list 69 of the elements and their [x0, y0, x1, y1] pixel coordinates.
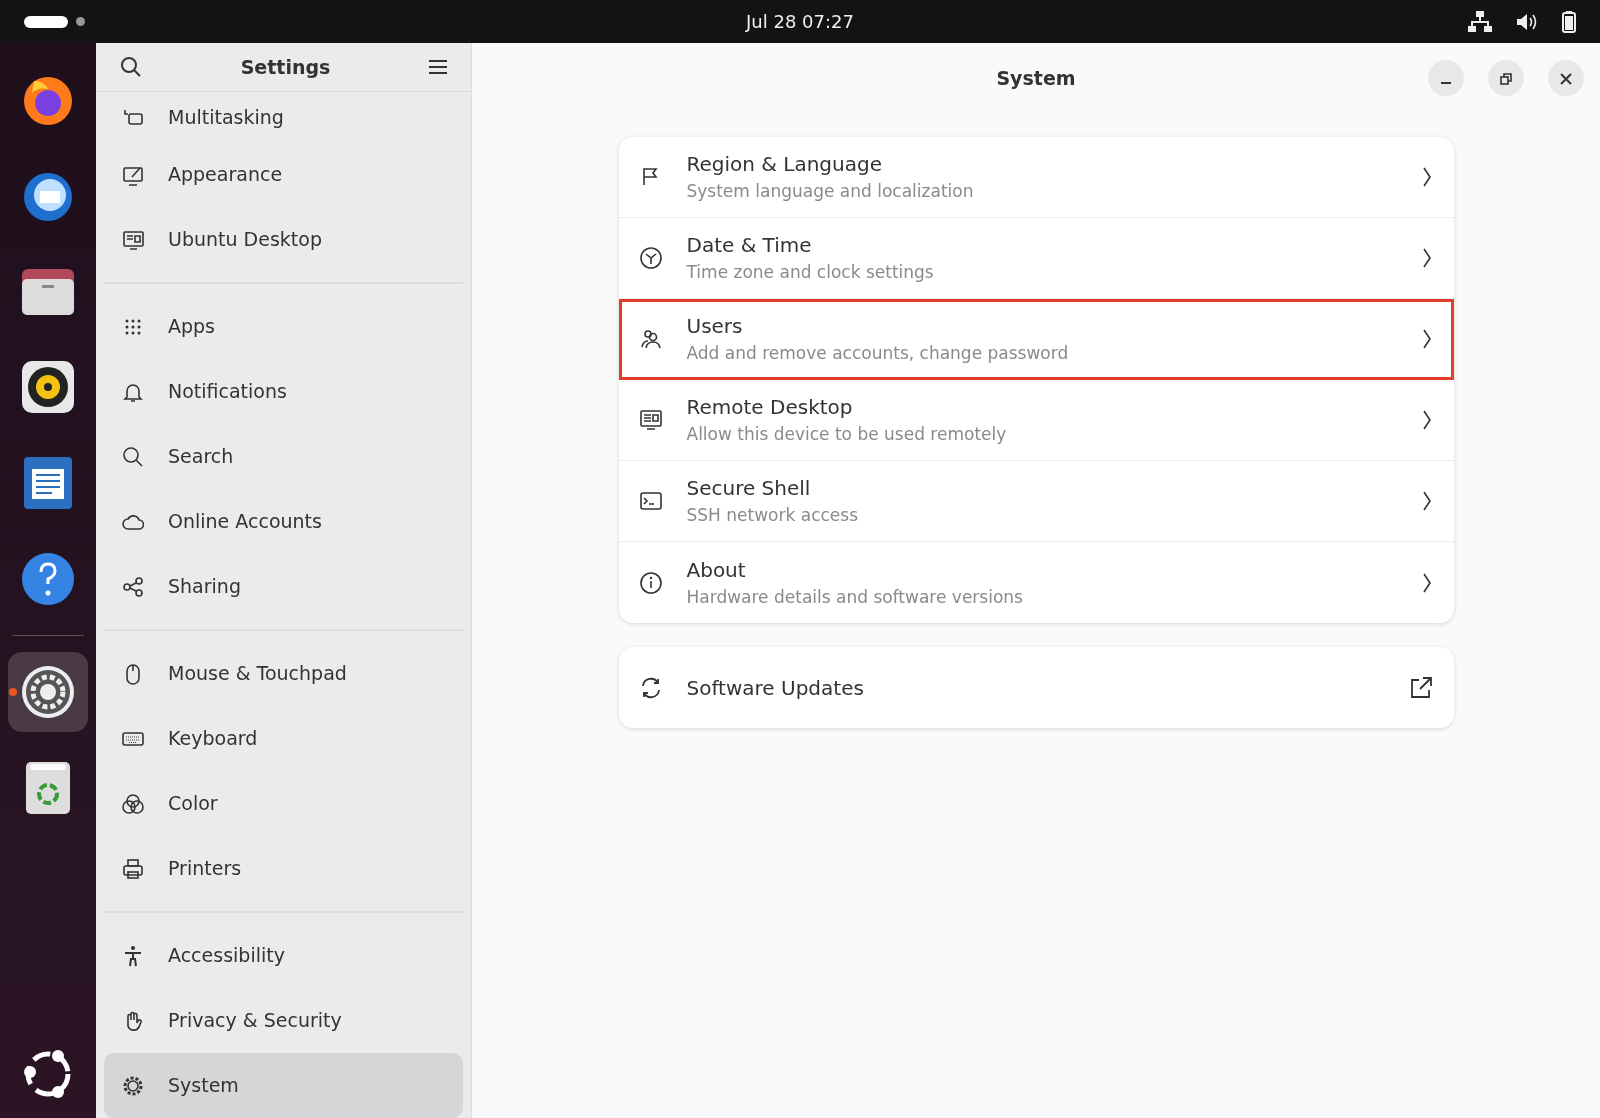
- workspace-indicator[interactable]: [24, 15, 85, 28]
- sidebar-item[interactable]: Color: [104, 771, 463, 836]
- desktop-icon: [122, 228, 144, 251]
- sidebar-item[interactable]: Appearance: [104, 142, 463, 207]
- chevron-icon: [1421, 247, 1432, 269]
- chevron-icon: [1421, 490, 1432, 512]
- sidebar-item[interactable]: Privacy & Security: [104, 988, 463, 1053]
- sidebar-item[interactable]: Sharing: [104, 554, 463, 619]
- sidebar-item[interactable]: Mouse & Touchpad: [104, 641, 463, 706]
- color-circles-icon: [122, 792, 144, 815]
- row-subtitle: SSH network access: [686, 504, 858, 528]
- row-title: Secure Shell: [686, 475, 812, 503]
- close-icon: [1560, 73, 1572, 85]
- gear-launcher[interactable]: [8, 652, 88, 732]
- clock[interactable]: Jul 28 07:27: [746, 8, 854, 35]
- volume-icon[interactable]: [1516, 11, 1538, 32]
- row-title: Users: [686, 313, 744, 341]
- restore-button[interactable]: [1488, 60, 1524, 96]
- settings-row[interactable]: Date & Time Time zone and clock settings: [618, 218, 1454, 299]
- sidebar-item[interactable]: Apps: [104, 294, 463, 359]
- remote-screen-icon: [638, 408, 663, 432]
- settings-row[interactable]: Users Add and remove accounts, change password: [618, 299, 1454, 380]
- chevron-icon: [1421, 409, 1432, 431]
- sidebar-item[interactable]: Multitasking: [104, 92, 463, 142]
- person-icon: [122, 944, 144, 967]
- sidebar-item[interactable]: Keyboard: [104, 706, 463, 771]
- sidebar-item[interactable]: Printers: [104, 836, 463, 901]
- settings-row[interactable]: Region & Language System language and localization: [618, 137, 1454, 218]
- row-title: Date & Time: [686, 232, 813, 260]
- sidebar-item[interactable]: System: [104, 1053, 463, 1118]
- sidebar-item[interactable]: Notifications: [104, 359, 463, 424]
- minimize-icon: [1440, 82, 1452, 84]
- restore-icon: [1500, 73, 1512, 85]
- row-subtitle: Allow this device to be used remotely: [686, 423, 1007, 447]
- network-icon[interactable]: [1468, 10, 1492, 33]
- chevron-icon: [1421, 328, 1432, 350]
- external-link-icon: [1409, 676, 1432, 699]
- row-subtitle: Time zone and clock settings: [686, 261, 934, 285]
- sidebar-item[interactable]: Online Accounts: [104, 489, 463, 554]
- search-icon: [122, 445, 144, 468]
- chevron-icon: [1421, 166, 1432, 188]
- info-icon: [638, 570, 663, 595]
- settings-row[interactable]: Secure Shell SSH network access: [618, 461, 1454, 542]
- users-icon: [638, 327, 663, 351]
- settings-row[interactable]: Remote Desktop Allow this device to be used remotely: [618, 380, 1454, 461]
- search-icon[interactable]: [120, 56, 142, 78]
- row-subtitle: Add and remove accounts, change password: [686, 342, 1069, 366]
- gear-icon: [122, 1074, 144, 1097]
- row-title: About: [686, 556, 747, 584]
- sidebar-title: Settings: [240, 54, 331, 80]
- row-title: Region & Language: [686, 151, 883, 179]
- printer-icon: [122, 857, 144, 880]
- share-icon: [122, 575, 144, 598]
- chevron-icon: [1421, 571, 1432, 594]
- menu-icon[interactable]: [429, 59, 447, 75]
- page-title: System: [996, 65, 1076, 91]
- sidebar-item[interactable]: Ubuntu Desktop: [104, 207, 463, 272]
- row-subtitle: Hardware details and software versions: [686, 585, 1023, 609]
- close-button[interactable]: [1548, 60, 1584, 96]
- row-subtitle: System language and localization: [686, 180, 974, 204]
- clock-icon: [638, 246, 663, 270]
- battery-icon[interactable]: [1562, 10, 1576, 33]
- row-title: Remote Desktop: [686, 394, 854, 422]
- settings-row[interactable]: About Hardware details and software versions: [618, 542, 1454, 623]
- terminal-icon: [638, 489, 663, 513]
- running-indicator: [9, 688, 17, 696]
- sidebar-item[interactable]: Search: [104, 424, 463, 489]
- software-updates-row[interactable]: Software Updates: [618, 647, 1454, 728]
- sidebar-item[interactable]: Accessibility: [104, 923, 463, 988]
